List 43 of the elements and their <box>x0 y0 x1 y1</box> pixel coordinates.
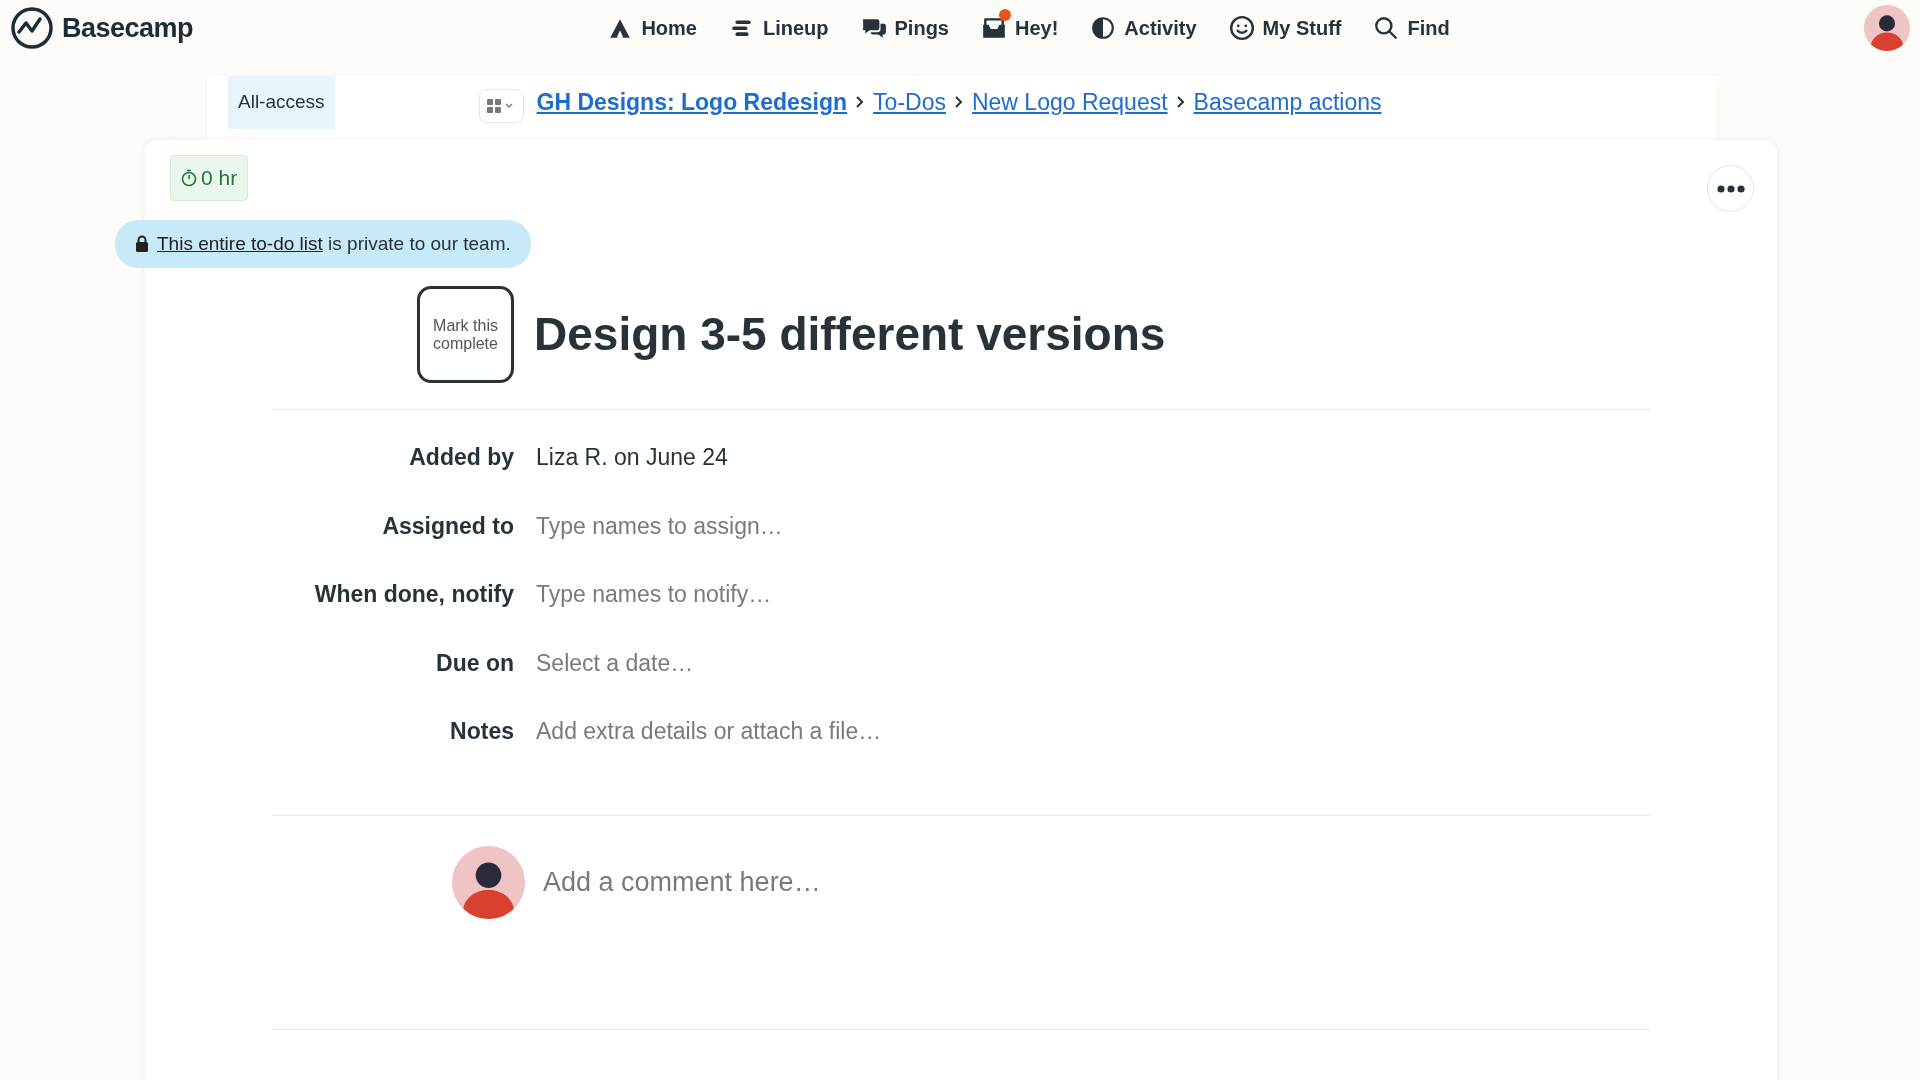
nav-link[interactable]: Find <box>1369 9 1454 47</box>
inbox-icon <box>980 15 1007 41</box>
lock-icon <box>135 235 149 253</box>
stopwatch-icon <box>181 168 197 187</box>
breadcrumb-link[interactable]: To-Dos <box>873 84 946 120</box>
nav-link[interactable]: Pings <box>856 9 953 47</box>
to-do-list-link[interactable]: This entire to-do list <box>157 232 323 254</box>
logo-icon <box>10 6 54 50</box>
privacy-text: This entire to-do list is private to our team. <box>157 231 511 256</box>
nav-link[interactable]: Activity <box>1086 9 1201 47</box>
nav-link[interactable]: Lineup <box>724 9 833 47</box>
user-avatar[interactable] <box>1864 5 1910 51</box>
app-name: Basecamp <box>62 11 194 45</box>
todo-title: Design 3-5 different versions <box>534 306 1166 362</box>
time-tracker-badge[interactable]: 0 hr <box>170 155 249 201</box>
field-label: Notes <box>449 717 514 746</box>
breadcrumb-link[interactable]: Basecamp actions <box>1193 84 1382 120</box>
nav-link[interactable]: Home <box>603 9 701 47</box>
pie-chart-icon <box>1090 15 1117 41</box>
field-label: Due on <box>435 648 514 678</box>
access-tag: All-access <box>228 76 335 129</box>
breadcrumb-link[interactable]: New Logo Request <box>971 84 1168 120</box>
search-icon <box>1373 15 1400 41</box>
input-field[interactable]: Select a date… <box>536 645 1136 680</box>
input-field[interactable]: Type names to notify… <box>536 577 1136 612</box>
field-label: Added by <box>408 443 514 472</box>
input-field[interactable]: Add extra details or attach a file… <box>536 714 1136 749</box>
comment-field[interactable]: Add a comment here… <box>543 861 1143 903</box>
more-options-button[interactable] <box>1707 165 1754 212</box>
nav-link[interactable]: Hey! <box>976 9 1063 47</box>
smiley-icon <box>1228 15 1255 41</box>
chevron-icon <box>855 95 866 109</box>
field-label: Assigned to <box>381 511 514 541</box>
breadcrumb-link[interactable]: GH Designs: Logo Redesign <box>536 84 848 120</box>
chevron-icon <box>953 95 964 109</box>
field-label: When done, notify <box>313 580 514 609</box>
mark-complete-button[interactable]: Mark this complete <box>417 286 514 383</box>
apps-menu-button[interactable] <box>478 89 524 123</box>
input-field[interactable]: Type names to assign… <box>536 508 1136 543</box>
ellipsis-icon <box>1716 184 1745 193</box>
field-value: Liza R. on June 24 <box>536 443 728 472</box>
chevron-icon <box>1175 95 1186 109</box>
nav-link[interactable]: My Stuff <box>1224 9 1346 47</box>
